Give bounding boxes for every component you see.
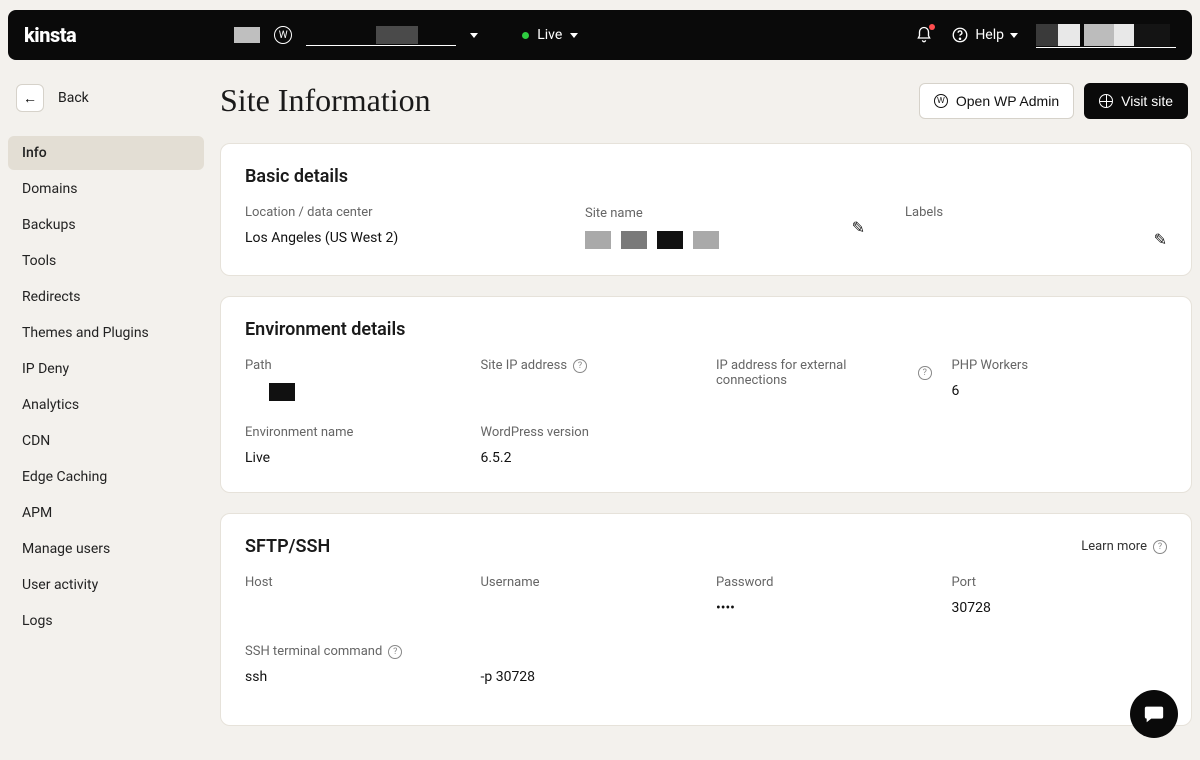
path-value: [245, 383, 461, 401]
open-wp-admin-button[interactable]: W Open WP Admin: [919, 83, 1074, 119]
sidebar-item-tools[interactable]: Tools: [8, 244, 204, 278]
account-menu[interactable]: [1036, 22, 1176, 48]
sidebar-item-themes-and-plugins[interactable]: Themes and Plugins: [8, 316, 204, 350]
wp-version-value: 6.5.2: [481, 450, 697, 466]
chevron-down-icon: [470, 33, 478, 38]
edit-sitename-icon[interactable]: ✎: [852, 218, 865, 237]
ssh-command-label: SSH terminal command ?: [245, 644, 461, 659]
help-icon: [951, 26, 969, 44]
php-workers-value: 6: [952, 383, 1168, 399]
help-menu[interactable]: Help: [951, 26, 1018, 44]
site-name: [306, 24, 456, 46]
wordpress-icon: W: [274, 26, 292, 44]
sidebar-item-redirects[interactable]: Redirects: [8, 280, 204, 314]
info-icon[interactable]: ?: [918, 366, 932, 380]
back-button[interactable]: ←: [16, 84, 44, 112]
labels-label: Labels: [905, 205, 1167, 220]
sidebar-item-logs[interactable]: Logs: [8, 604, 204, 638]
sidebar-item-info[interactable]: Info: [8, 136, 204, 170]
sitename-label: Site name: [585, 206, 719, 221]
password-value: ••••: [716, 600, 932, 616]
port-label: Port: [952, 575, 1168, 590]
wp-version-label: WordPress version: [481, 425, 697, 440]
wordpress-icon: W: [934, 94, 948, 108]
external-ip-label: IP address for external connections ?: [716, 358, 932, 388]
sidebar-item-cdn[interactable]: CDN: [8, 424, 204, 458]
location-value: Los Angeles (US West 2): [245, 230, 565, 246]
org-avatar: [234, 27, 260, 43]
visit-site-button[interactable]: Visit site: [1084, 83, 1188, 119]
status-dot-icon: [522, 32, 529, 39]
password-label: Password: [716, 575, 932, 590]
site-selector[interactable]: W: [274, 24, 478, 46]
chevron-down-icon: [570, 33, 578, 38]
sidebar-item-user-activity[interactable]: User activity: [8, 568, 204, 602]
topbar: kinsta W Live H: [8, 10, 1192, 60]
chat-button[interactable]: [1130, 690, 1178, 738]
sitename-value: [585, 231, 719, 249]
help-label: Help: [975, 27, 1004, 43]
sftp-ssh-card: SFTP/SSH Learn more ? Host Username Pass…: [220, 513, 1192, 726]
basic-details-card: Basic details Location / data center Los…: [220, 143, 1192, 276]
chevron-down-icon: [1010, 33, 1018, 38]
globe-icon: [1099, 94, 1113, 108]
env-name-label: Environment name: [245, 425, 461, 440]
sidebar-item-apm[interactable]: APM: [8, 496, 204, 530]
info-icon: ?: [1153, 540, 1167, 554]
sidebar-item-manage-users[interactable]: Manage users: [8, 532, 204, 566]
visit-site-label: Visit site: [1121, 93, 1173, 109]
location-label: Location / data center: [245, 205, 565, 220]
environment-selector[interactable]: Live: [522, 27, 578, 43]
basic-details-heading: Basic details: [245, 166, 1167, 187]
php-workers-label: PHP Workers: [952, 358, 1168, 373]
sidebar-item-ip-deny[interactable]: IP Deny: [8, 352, 204, 386]
environment-details-heading: Environment details: [245, 319, 1167, 340]
learn-more-link[interactable]: Learn more ?: [1081, 539, 1167, 554]
sidebar: ← Back InfoDomainsBackupsToolsRedirectsT…: [8, 60, 208, 746]
notifications-icon[interactable]: [915, 26, 933, 44]
sidebar-item-analytics[interactable]: Analytics: [8, 388, 204, 422]
port-value: 30728: [952, 600, 1168, 616]
environment-label: Live: [537, 27, 562, 43]
site-name-redacted: [376, 26, 418, 44]
info-icon[interactable]: ?: [388, 645, 402, 659]
ssh-command-left: ssh: [245, 669, 461, 685]
host-label: Host: [245, 575, 461, 590]
org-selector[interactable]: [234, 27, 260, 43]
ssh-command-right: -p 30728: [481, 669, 697, 685]
environment-details-card: Environment details Path Site IP address…: [220, 296, 1192, 493]
sftp-ssh-heading: SFTP/SSH: [245, 536, 330, 557]
path-label: Path: [245, 358, 461, 373]
chat-icon: [1143, 703, 1165, 725]
edit-labels-icon[interactable]: ✎: [1154, 230, 1167, 249]
sidebar-item-domains[interactable]: Domains: [8, 172, 204, 206]
env-name-value: Live: [245, 450, 461, 466]
site-ip-label: Site IP address ?: [481, 358, 697, 373]
arrow-left-icon: ←: [23, 90, 37, 106]
sidebar-item-backups[interactable]: Backups: [8, 208, 204, 242]
username-label: Username: [481, 575, 697, 590]
page-title: Site Information: [220, 82, 431, 119]
info-icon[interactable]: ?: [573, 359, 587, 373]
sidebar-item-edge-caching[interactable]: Edge Caching: [8, 460, 204, 494]
logo: kinsta: [24, 23, 76, 47]
back-label: Back: [58, 90, 89, 106]
main-content: Site Information W Open WP Admin Visit s…: [208, 60, 1192, 746]
open-wp-admin-label: Open WP Admin: [956, 93, 1059, 109]
